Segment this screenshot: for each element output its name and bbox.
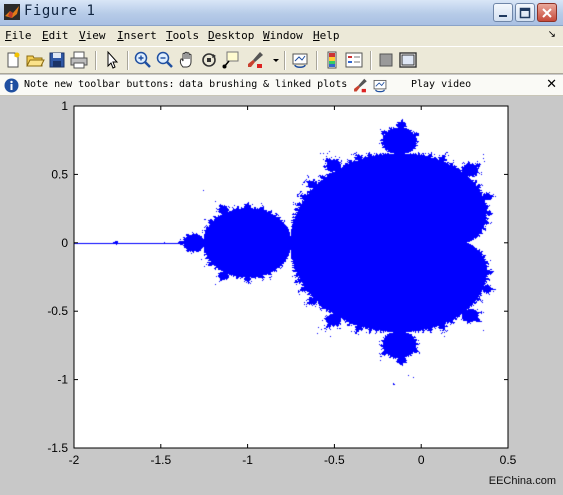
- y-axis: -1.5 -1 -0.5 0 0.5 1: [47, 99, 508, 455]
- axes-frame: [73, 105, 509, 449]
- x-tick-label: -1: [242, 453, 253, 467]
- x-axis: -2 -1.5 -1 -0.5 0 0.5: [69, 106, 517, 467]
- axes-plot: -2 -1.5 -1 -0.5 0 0.5 -1.5-1-0.500.51: [47, 99, 517, 467]
- x-tick-label: -1.5: [150, 453, 171, 467]
- axes-box: [73, 105, 509, 449]
- y-tick-label: 0.5: [51, 167, 68, 181]
- y-tick-label: 1: [61, 99, 68, 113]
- x-tick-label: 0: [418, 453, 425, 467]
- watermark: EEChina.com: [488, 475, 556, 487]
- x-tick-label: 0.5: [500, 453, 517, 467]
- x-tick-label: -2: [69, 453, 80, 467]
- y-tick-label: -1: [57, 373, 68, 387]
- x-tick-label: -0.5: [324, 453, 345, 467]
- y-tick-label: 0: [61, 236, 68, 250]
- y-tick-label: -0.5: [47, 304, 68, 318]
- y-tick-label: -1.5: [47, 441, 68, 455]
